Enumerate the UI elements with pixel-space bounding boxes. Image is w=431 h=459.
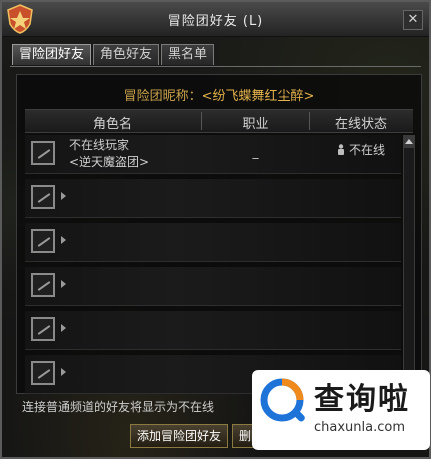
person-icon	[337, 144, 344, 155]
expand-arrow-icon[interactable]	[61, 280, 66, 288]
add-friend-button[interactable]: 添加冒险团好友	[130, 424, 229, 448]
column-header-job[interactable]: 职业	[203, 113, 308, 132]
table-row[interactable]: 不在线玩家 <逆天魔盗团> _ 不在线	[25, 135, 401, 174]
adventure-nickname: 冒险团昵称：<纷飞蝶舞红尘醉>	[17, 85, 421, 104]
avatar[interactable]	[31, 317, 55, 341]
watermark-title: 查询啦	[314, 382, 410, 417]
table-row[interactable]	[25, 179, 401, 218]
tab-bar: 冒险团好友 角色好友 黑名单	[12, 44, 216, 66]
column-header-name[interactable]: 角色名	[25, 113, 200, 132]
scroll-up-icon[interactable]	[404, 136, 414, 148]
tab-character-friends[interactable]: 角色好友	[93, 44, 160, 65]
friend-guild: <逆天魔盗团>	[69, 155, 150, 169]
friends-panel: 冒险团昵称：<纷飞蝶舞红尘醉> 角色名 职业 在线状态 不在线玩家 <逆天魔盗团…	[16, 74, 422, 394]
friend-name: 不在线玩家	[69, 138, 130, 152]
footer-note: 连接普通频道的好友将显示为不在线	[22, 400, 215, 414]
friend-job: _	[252, 145, 259, 159]
friend-status-text: 不在线	[348, 143, 385, 157]
tab-divider	[10, 66, 421, 67]
friends-list: 不在线玩家 <逆天魔盗团> _ 不在线	[25, 135, 401, 399]
table-row[interactable]	[25, 223, 401, 262]
window-title: 冒险团好友 (L)	[167, 14, 264, 29]
avatar[interactable]	[31, 361, 55, 385]
avatar[interactable]	[31, 273, 55, 297]
title-bar[interactable]: 冒险团好友 (L) ✕	[2, 2, 429, 37]
expand-arrow-icon[interactable]	[61, 236, 66, 244]
watermark: 查询啦 chaxunla.com	[252, 370, 430, 450]
nickname-value: <纷飞蝶舞红尘醉>	[201, 89, 315, 104]
friend-status: 不在线	[311, 141, 411, 158]
table-header: 角色名 职业 在线状态	[25, 109, 413, 133]
avatar[interactable]	[31, 229, 55, 253]
close-button[interactable]: ✕	[403, 10, 423, 30]
avatar[interactable]	[31, 185, 55, 209]
expand-arrow-icon[interactable]	[61, 368, 66, 376]
tab-blacklist[interactable]: 黑名单	[161, 44, 215, 65]
tab-adventure-friends[interactable]: 冒险团好友	[12, 44, 92, 65]
list-scrollbar[interactable]	[403, 135, 415, 391]
table-row[interactable]	[25, 267, 401, 306]
column-divider	[201, 112, 202, 130]
table-row[interactable]	[25, 311, 401, 350]
search-logo-icon	[260, 378, 305, 422]
column-header-status[interactable]: 在线状态	[311, 113, 411, 132]
expand-arrow-icon[interactable]	[61, 324, 66, 332]
column-divider	[309, 112, 310, 130]
expand-arrow-icon[interactable]	[61, 192, 66, 200]
avatar[interactable]	[31, 141, 55, 165]
nickname-label: 冒险团昵称：	[123, 89, 202, 104]
watermark-url: chaxunla.com	[314, 420, 405, 435]
